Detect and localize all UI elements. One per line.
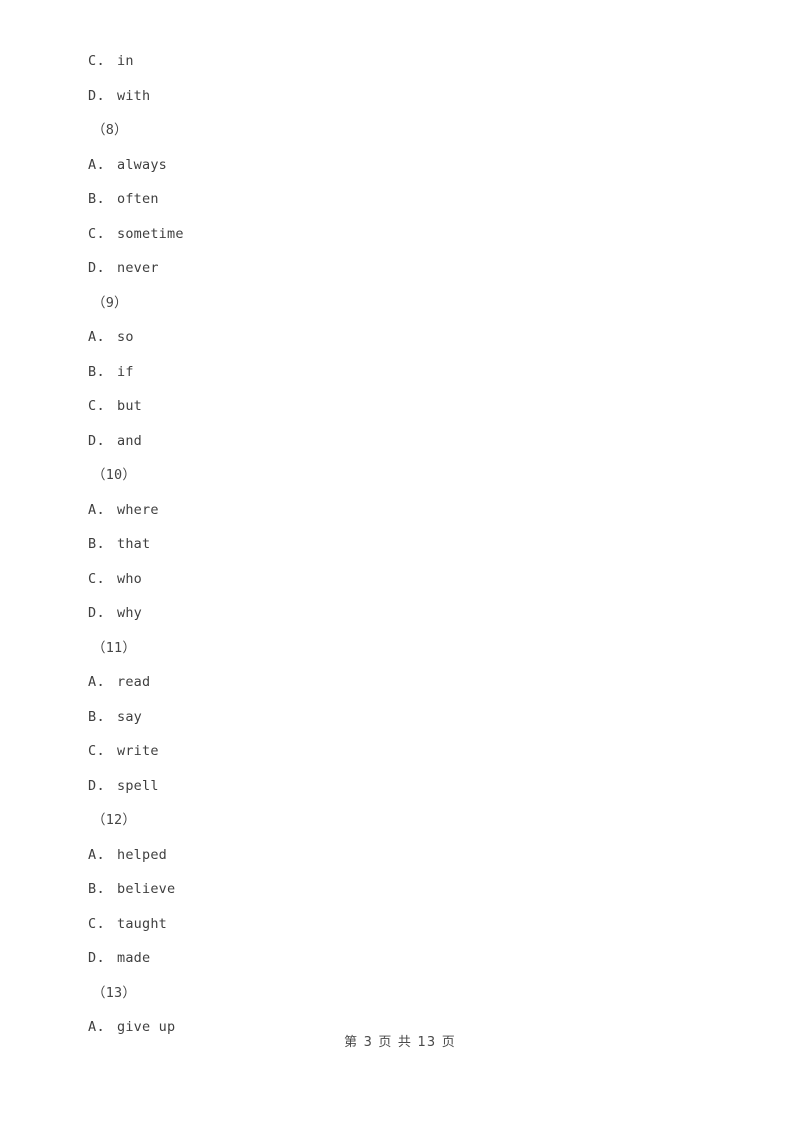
option-text: who	[117, 570, 143, 587]
answer-option[interactable]: C． but	[0, 389, 800, 424]
answer-option[interactable]: B． if	[0, 355, 800, 390]
answer-option[interactable]: C． taught	[0, 907, 800, 942]
answer-option[interactable]: C． who	[0, 562, 800, 597]
answer-option[interactable]: B． believe	[0, 872, 800, 907]
option-text: where	[117, 501, 159, 518]
document-body: C． in D． with （8） A． always B． often C． sometime D．…	[0, 0, 800, 1045]
option-text: why	[117, 605, 143, 621]
option-separator: ．	[97, 191, 112, 207]
option-text: helped	[117, 846, 167, 863]
option-separator: ．	[97, 846, 112, 863]
question-number: （9）	[92, 294, 128, 311]
option-separator: ．	[97, 260, 112, 276]
option-text: read	[117, 674, 151, 690]
answer-option[interactable]: B． often	[0, 182, 800, 217]
option-separator: ．	[97, 674, 112, 690]
answer-option[interactable]: A． always	[0, 148, 800, 183]
option-separator: ．	[97, 432, 112, 449]
answer-option[interactable]: D． and	[0, 424, 800, 459]
option-separator: ．	[97, 156, 112, 173]
answer-option[interactable]: D． made	[0, 941, 800, 976]
option-text: but	[117, 398, 143, 414]
option-text: in	[117, 53, 134, 69]
question-number: （11）	[92, 639, 137, 656]
option-separator: ．	[97, 915, 112, 932]
answer-option[interactable]: D． never	[0, 251, 800, 286]
option-separator: ．	[97, 398, 112, 414]
option-text: never	[117, 260, 159, 276]
option-text: made	[117, 950, 151, 966]
answer-option[interactable]: B． that	[0, 527, 800, 562]
option-text: taught	[117, 915, 167, 932]
option-separator: ．	[97, 87, 112, 104]
option-text: say	[117, 708, 143, 725]
answer-option[interactable]: A． read	[0, 665, 800, 700]
question-number: （10）	[92, 467, 137, 483]
question-number: （13）	[92, 984, 137, 1001]
option-text: with	[117, 87, 151, 104]
option-text: so	[117, 329, 134, 345]
option-separator: ．	[97, 605, 112, 621]
option-separator: ．	[97, 536, 112, 552]
answer-option[interactable]: A． where	[0, 493, 800, 528]
option-text: that	[117, 536, 151, 552]
option-separator: ．	[97, 53, 112, 69]
option-text: often	[117, 191, 159, 207]
option-separator: ．	[97, 225, 112, 242]
option-text: write	[117, 743, 159, 759]
option-separator: ．	[97, 743, 112, 759]
option-text: believe	[117, 881, 176, 897]
answer-option[interactable]: B． say	[0, 700, 800, 735]
answer-option[interactable]: C． write	[0, 734, 800, 769]
option-separator: ．	[97, 708, 112, 725]
option-text: always	[117, 156, 167, 173]
option-separator: ．	[97, 501, 112, 518]
question-number: （8）	[92, 122, 128, 138]
answer-option[interactable]: D． spell	[0, 769, 800, 804]
option-separator: ．	[97, 363, 112, 380]
answer-option[interactable]: D． with	[0, 79, 800, 114]
page-footer: 第 3 页 共 13 页	[344, 1035, 456, 1050]
option-separator: ．	[97, 570, 112, 587]
option-separator: ．	[97, 777, 112, 794]
option-separator: ．	[97, 329, 112, 345]
option-text: spell	[117, 777, 159, 794]
answer-option[interactable]: C． in	[0, 44, 800, 79]
answer-option[interactable]: A． so	[0, 320, 800, 355]
document-page: C． in D． with （8） A． always B． often C． sometime D．…	[0, 0, 800, 1132]
answer-option[interactable]: A． helped	[0, 838, 800, 873]
question-number: （12）	[92, 812, 137, 828]
answer-option[interactable]: D． why	[0, 596, 800, 631]
option-separator: ．	[97, 881, 112, 897]
option-separator: ．	[97, 950, 112, 966]
option-text: if	[117, 363, 134, 380]
option-text: sometime	[117, 225, 184, 242]
answer-option[interactable]: C． sometime	[0, 217, 800, 252]
option-text: and	[117, 432, 143, 449]
